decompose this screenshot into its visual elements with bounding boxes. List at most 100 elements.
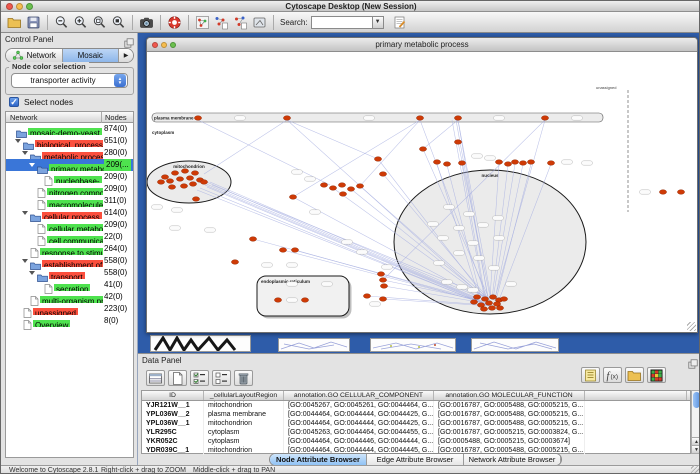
network-node[interactable] xyxy=(320,183,327,188)
scroll-up-button[interactable]: ▲ xyxy=(692,437,700,445)
network-node[interactable] xyxy=(200,180,207,185)
scroll-down-button[interactable]: ▼ xyxy=(692,445,700,453)
hide-selected-icon[interactable] xyxy=(213,14,230,31)
table-row[interactable]: YPL036W__1mitochondrion[GO:0044464, GO:0… xyxy=(142,419,690,428)
network-node[interactable] xyxy=(419,147,426,152)
tree-row[interactable]: primary metabo209(... xyxy=(6,159,133,171)
network-node[interactable] xyxy=(291,248,298,253)
network-node[interactable] xyxy=(458,161,465,166)
matrix-button[interactable] xyxy=(647,367,666,383)
table-row[interactable]: YLR295Ccytoplasm[GO:0045263, GO:0044464,… xyxy=(142,428,690,437)
float-panel-icon[interactable] xyxy=(124,35,134,45)
select-nodes-checkbox[interactable]: ✓ xyxy=(9,97,19,107)
network-node[interactable] xyxy=(231,260,238,265)
network-node[interactable] xyxy=(379,278,386,283)
column-header[interactable]: annotation.GO CELLULAR_COMPONENT xyxy=(284,391,434,400)
network-node[interactable] xyxy=(157,180,164,185)
tab-overflow-arrow[interactable]: ▶ xyxy=(119,49,133,62)
network-node[interactable] xyxy=(500,297,507,302)
network-node[interactable] xyxy=(489,295,496,300)
tree-row[interactable]: biological_process651(0) xyxy=(6,135,133,147)
network-node[interactable] xyxy=(527,160,534,165)
tree-row[interactable]: Overview8(0) xyxy=(6,315,133,327)
network-node[interactable] xyxy=(374,157,381,162)
show-all-icon[interactable] xyxy=(232,14,249,31)
tree-row[interactable]: cellular metabo209(0) xyxy=(6,219,133,231)
tree-row[interactable]: transport558(0) xyxy=(6,267,133,279)
network-node[interactable] xyxy=(274,298,281,303)
network-node[interactable] xyxy=(379,172,386,177)
network-node[interactable] xyxy=(176,177,183,182)
network-node[interactable] xyxy=(443,162,450,167)
tree-row[interactable]: secretion41(0) xyxy=(6,279,133,291)
network-node[interactable] xyxy=(379,297,386,302)
tree-row[interactable]: response to stimulu264(0) xyxy=(6,243,133,255)
network-node[interactable] xyxy=(338,183,345,188)
network-node[interactable] xyxy=(454,116,461,121)
tree-row[interactable]: metabolic process280(0) xyxy=(6,147,133,159)
expand-arrow-icon[interactable] xyxy=(29,163,35,167)
network-node[interactable] xyxy=(356,184,363,189)
network-node[interactable] xyxy=(547,161,554,166)
network-node[interactable] xyxy=(279,248,286,253)
network-node[interactable] xyxy=(488,306,495,311)
expand-arrow-icon[interactable] xyxy=(22,259,28,263)
zoom-selected-icon[interactable] xyxy=(91,14,108,31)
network-node[interactable] xyxy=(480,307,487,312)
network-node[interactable] xyxy=(473,295,480,300)
network-node[interactable] xyxy=(677,190,684,195)
network-node[interactable] xyxy=(189,182,196,187)
network-node[interactable] xyxy=(180,184,187,189)
search-input[interactable] xyxy=(311,16,373,29)
network-window-titlebar[interactable]: primary metabolic process xyxy=(147,38,697,52)
node-color-dropdown[interactable]: transporter activity ▲▼ xyxy=(11,73,128,88)
column-header[interactable]: _cellularLayoutRegion xyxy=(204,391,284,400)
unselect-attributes-button[interactable] xyxy=(212,370,231,386)
expand-arrow-icon[interactable] xyxy=(29,271,35,275)
table-scrollbar[interactable]: ▲ ▼ xyxy=(691,390,700,454)
network-node[interactable] xyxy=(289,195,296,200)
table-row[interactable]: YPL036W__2plasma membrane[GO:0044464, GO… xyxy=(142,410,690,419)
expand-arrow-icon[interactable] xyxy=(22,211,28,215)
table-row[interactable]: YKR052Ccytoplasm[GO:0044464, GO:0044446,… xyxy=(142,437,690,446)
tree-row[interactable]: multi-organism pro42(0) xyxy=(6,291,133,303)
select-attributes-button[interactable] xyxy=(190,370,209,386)
expand-arrow-icon[interactable] xyxy=(15,139,21,143)
open-icon[interactable] xyxy=(6,14,23,31)
network-node[interactable] xyxy=(249,237,256,242)
tab-mosaic[interactable]: Mosaic xyxy=(63,49,120,62)
snapshot-icon[interactable] xyxy=(138,14,155,31)
import-attributes-button[interactable] xyxy=(581,367,600,383)
network-node[interactable] xyxy=(380,284,387,289)
new-attribute-button[interactable] xyxy=(168,370,187,386)
background-window-fragment[interactable] xyxy=(278,338,350,352)
column-header[interactable]: ID xyxy=(142,391,204,400)
network-node[interactable] xyxy=(186,176,193,181)
network-node[interactable] xyxy=(283,116,290,121)
tab-node-attribute-browser[interactable]: Node Attribute Browser xyxy=(270,454,367,465)
open-attribute-button[interactable] xyxy=(625,367,644,383)
tab-edge-attribute-browser[interactable]: Edge Attribute Browser xyxy=(367,454,464,465)
attribute-table-button[interactable] xyxy=(146,370,165,386)
tab-network[interactable]: Network xyxy=(6,49,63,62)
network-canvas[interactable]: plasma membranecytoplasmmitochondrionnuc… xyxy=(147,52,695,333)
tab-network-attribute-browser[interactable]: Network Attribute Browser xyxy=(464,454,561,465)
annotation-icon[interactable] xyxy=(251,14,268,31)
tree-row[interactable]: cellular process614(0) xyxy=(6,207,133,219)
network-node[interactable] xyxy=(377,272,384,277)
network-node[interactable] xyxy=(416,116,423,121)
tree-row[interactable]: macromolecule311(0) xyxy=(6,195,133,207)
network-node[interactable] xyxy=(166,179,173,184)
tree-row[interactable]: mosaic-demo-yeast874(0) xyxy=(6,123,133,135)
network-node[interactable] xyxy=(504,162,511,167)
network-node[interactable] xyxy=(496,306,503,311)
tree-row[interactable]: nitrogen compo209(0) xyxy=(6,183,133,195)
network-node[interactable] xyxy=(511,160,518,165)
window-resize-grip[interactable] xyxy=(687,322,696,331)
save-icon[interactable] xyxy=(25,14,42,31)
help-icon[interactable] xyxy=(166,14,183,31)
network-node[interactable] xyxy=(659,190,666,195)
network-node[interactable] xyxy=(339,192,346,197)
network-node[interactable] xyxy=(191,171,198,176)
network-node[interactable] xyxy=(171,171,178,176)
